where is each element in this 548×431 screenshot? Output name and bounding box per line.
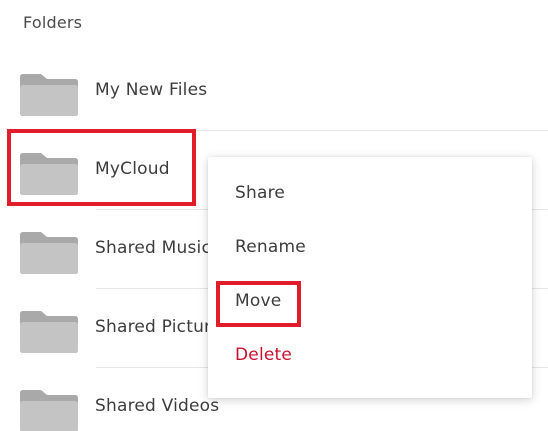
folder-name: Shared Videos xyxy=(95,396,220,416)
folder-name: MyCloud xyxy=(95,159,170,179)
folder-name: Shared Music xyxy=(95,238,212,258)
folders-heading: Folders xyxy=(23,13,83,32)
folder-icon xyxy=(20,153,78,195)
folder-icon xyxy=(20,390,78,431)
menu-item-label: Share xyxy=(235,183,286,203)
menu-item-rename[interactable]: Rename xyxy=(208,222,532,276)
menu-item-label: Rename xyxy=(235,237,306,257)
folder-name: My New Files xyxy=(95,80,208,100)
menu-item-label: Delete xyxy=(235,345,293,365)
menu-item-delete[interactable]: Delete xyxy=(208,330,532,384)
folder-icon xyxy=(20,74,78,116)
folders-page: Folders My New Files MyCloud Shared Musi… xyxy=(0,0,548,431)
menu-item-share[interactable]: Share xyxy=(208,168,532,222)
menu-item-label: Move xyxy=(235,291,282,311)
menu-item-move[interactable]: Move xyxy=(208,276,532,330)
folder-row-my-new-files[interactable]: My New Files xyxy=(0,52,548,131)
context-menu: Share Rename Move Delete xyxy=(208,157,532,398)
folder-icon xyxy=(20,311,78,353)
folder-icon xyxy=(20,232,78,274)
